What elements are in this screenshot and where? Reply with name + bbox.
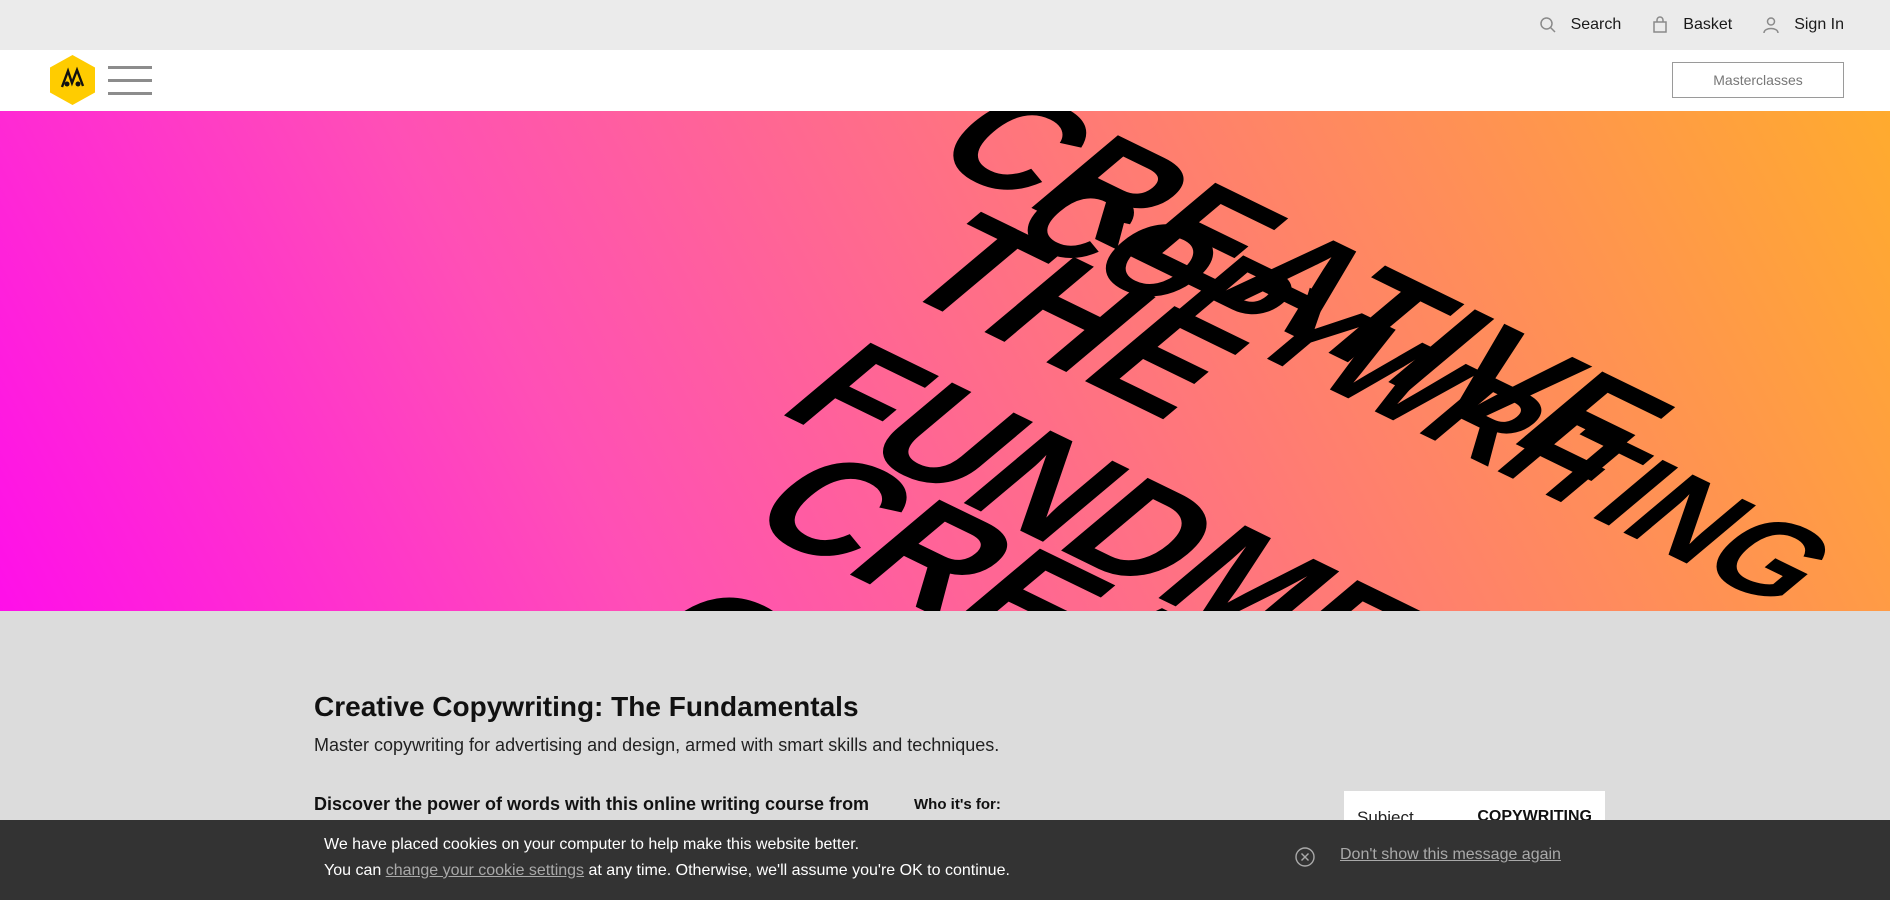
sign-in-link[interactable]: Sign In: [1762, 16, 1844, 34]
user-icon: [1763, 17, 1779, 34]
basket-icon: [1653, 16, 1668, 33]
sign-in-label: Sign In: [1794, 16, 1844, 33]
basket-label: Basket: [1683, 16, 1733, 33]
hamburger-menu-icon[interactable]: [108, 66, 152, 96]
page-title: Creative Copywriting: The Fundamentals: [314, 691, 859, 722]
cookie-banner: We have placed cookies on your computer …: [0, 820, 1890, 900]
dandad-pencil-logo-icon[interactable]: [50, 55, 95, 105]
utility-nav: Search Basket Sign In: [1539, 0, 1844, 50]
utility-bar: Search Basket Sign In: [0, 0, 1890, 50]
dismiss-cookie-link[interactable]: Don't show this message again: [1340, 846, 1561, 864]
page-subtitle: Master copywriting for advertising and d…: [314, 735, 1000, 755]
search-icon: [1539, 17, 1556, 33]
cookie-message: We have placed cookies on your computer …: [324, 836, 860, 853]
hero-banner: CREATIVE COPYWRITING THE FUNDMENTALS CRE…: [0, 111, 1890, 611]
search-link[interactable]: Search: [1539, 16, 1622, 34]
basket-link[interactable]: Basket: [1651, 16, 1732, 34]
cookie-settings-link[interactable]: change your cookie settings: [386, 862, 584, 879]
course-intro: Discover the power of words with this on…: [314, 794, 870, 814]
masterclasses-button[interactable]: Masterclasses: [1672, 62, 1844, 98]
site-header: Masterclasses: [0, 50, 1890, 111]
cookie-settings-line: You can change your cookie settings at a…: [324, 862, 1010, 880]
close-icon[interactable]: [1294, 846, 1316, 868]
cookie-line-prefix: You can: [324, 862, 382, 879]
audience-heading: Who it's for:: [914, 796, 1001, 813]
hero-typography: CREATIVE COPYWRITING THE FUNDMENTALS CRE…: [592, 111, 1890, 611]
search-label: Search: [1570, 16, 1622, 33]
cookie-line-suffix: at any time. Otherwise, we'll assume you…: [588, 862, 1010, 879]
